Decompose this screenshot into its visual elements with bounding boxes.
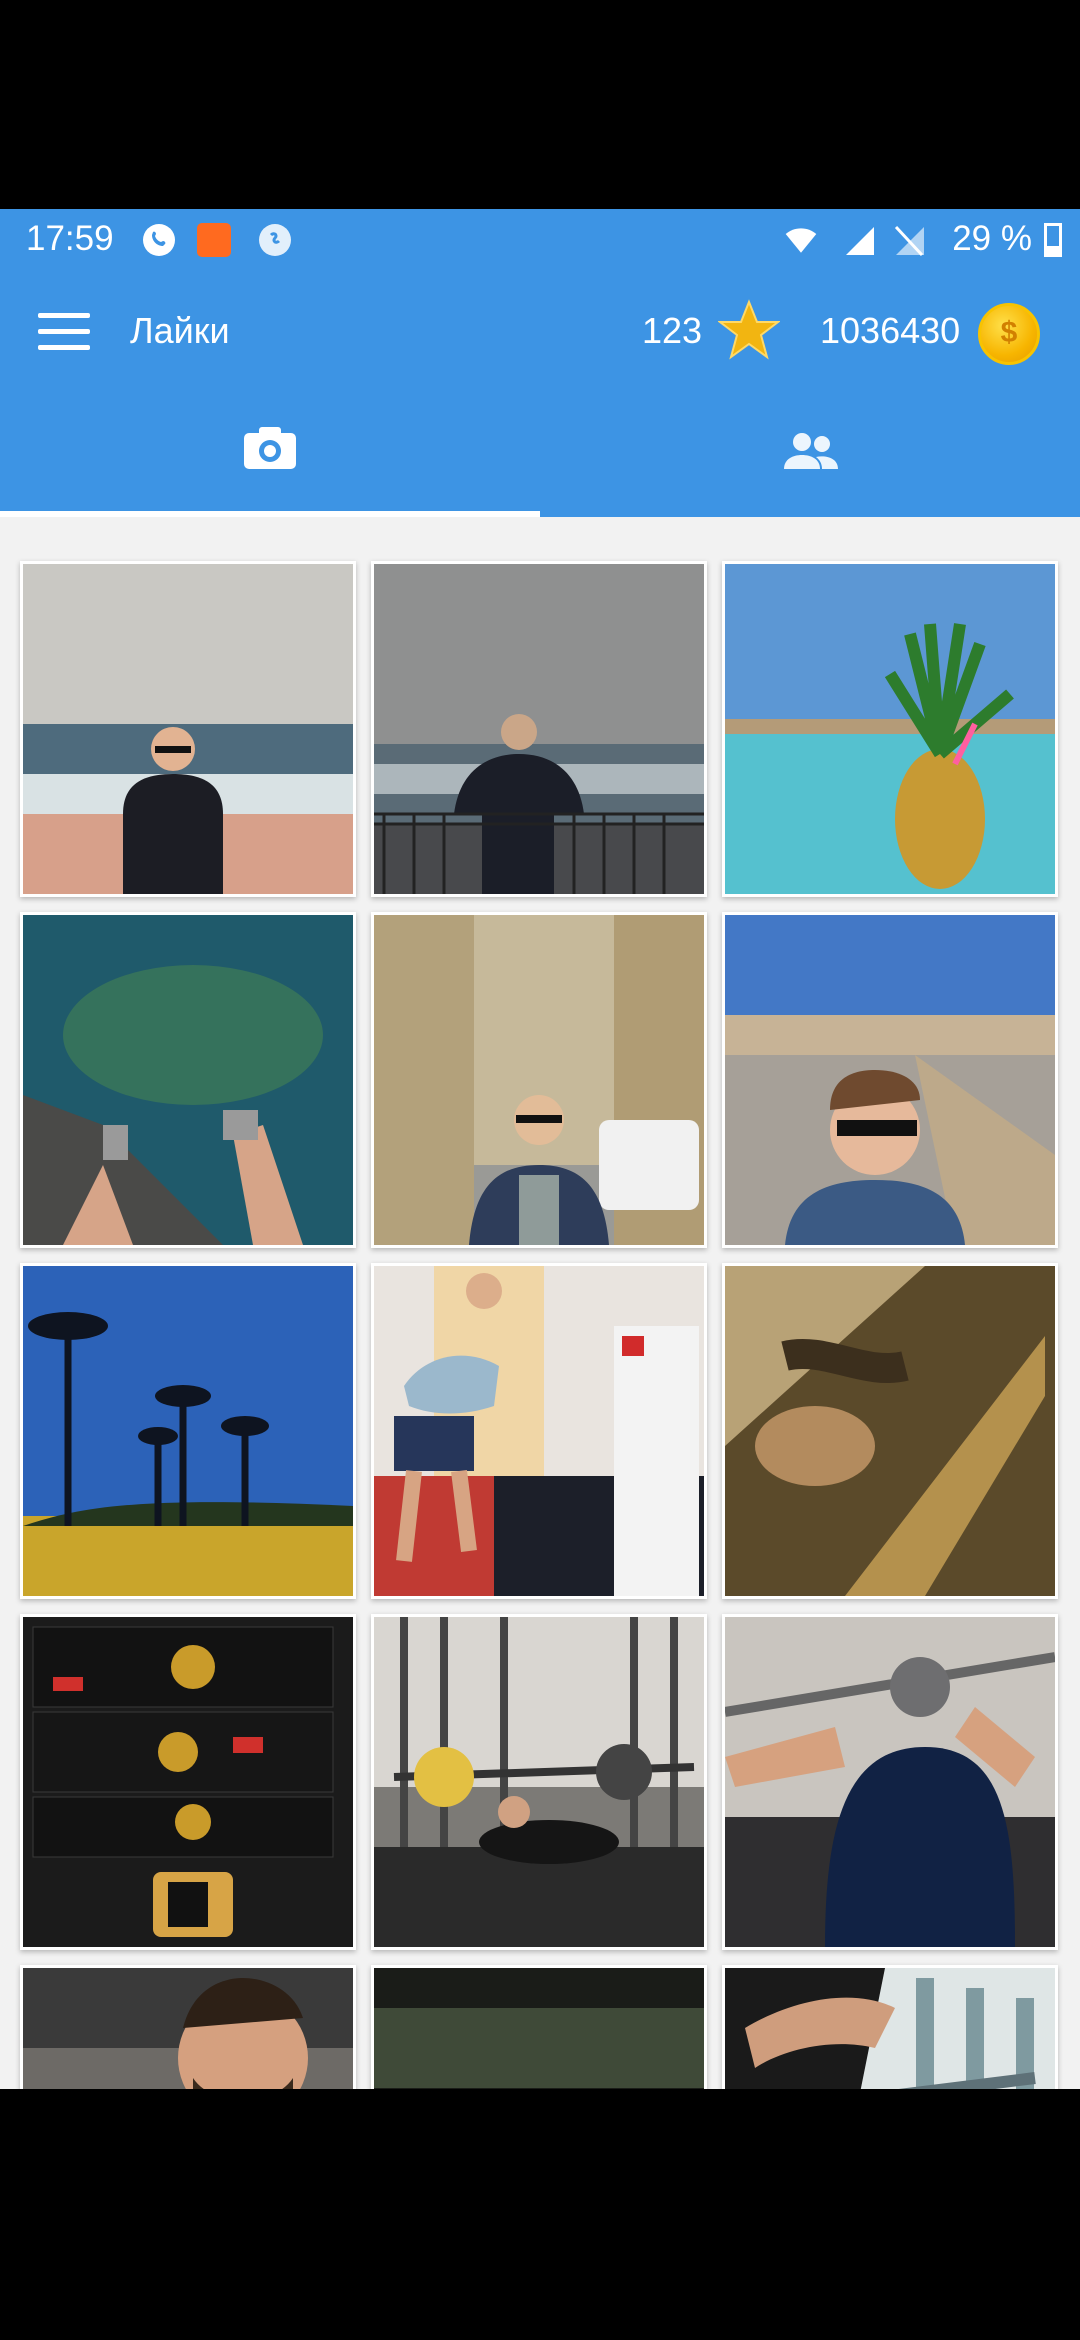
photo-tile[interactable] — [20, 561, 356, 897]
photo-thumbnail — [725, 564, 1055, 894]
photo-tile[interactable] — [722, 1965, 1058, 2089]
tab-photos[interactable] — [0, 389, 540, 517]
photo-thumbnail — [374, 1617, 704, 1947]
photo-tile[interactable] — [20, 1614, 356, 1950]
people-icon — [784, 433, 838, 469]
coin-icon: $ — [978, 303, 1040, 365]
photo-thumbnail — [374, 1266, 704, 1596]
photo-tile[interactable] — [20, 912, 356, 1248]
status-time: 17:59 — [26, 219, 114, 258]
photo-thumbnail — [725, 1617, 1055, 1947]
photo-tile[interactable] — [371, 1263, 707, 1599]
photo-thumbnail — [374, 915, 704, 1245]
no-signal-icon — [894, 225, 924, 257]
photo-tile[interactable] — [371, 561, 707, 897]
battery-percent: 29 % — [952, 219, 1032, 258]
tab-people[interactable] — [540, 389, 1080, 517]
coins-count: 1036430 — [820, 310, 961, 351]
photo-thumbnail — [374, 564, 704, 894]
photo-tile[interactable] — [371, 1614, 707, 1950]
photo-tile[interactable] — [20, 1965, 356, 2089]
photo-thumbnail — [23, 1617, 353, 1947]
photo-thumbnail — [23, 1968, 353, 2089]
app-bar: Лайки 123 1036430 $ — [0, 271, 1080, 389]
photo-tile[interactable] — [371, 912, 707, 1248]
battery-icon — [1044, 223, 1062, 257]
photo-thumbnail — [374, 1968, 704, 2089]
photo-tile[interactable] — [722, 1614, 1058, 1950]
photo-tile[interactable] — [20, 1263, 356, 1599]
phone-call-icon — [143, 224, 175, 256]
photo-thumbnail — [725, 1968, 1055, 2089]
photo-thumbnail — [725, 1266, 1055, 1596]
page-title: Лайки — [130, 310, 230, 351]
photo-tile[interactable] — [722, 561, 1058, 897]
star-icon — [718, 299, 780, 360]
wifi-icon — [785, 228, 817, 253]
photo-thumbnail — [23, 1266, 353, 1596]
selected-tab-indicator — [0, 511, 540, 517]
photo-tile[interactable] — [722, 1263, 1058, 1599]
photo-tile[interactable] — [371, 1965, 707, 2089]
photo-tile[interactable] — [722, 912, 1058, 1248]
photo-thumbnail — [725, 915, 1055, 1245]
camera-icon — [244, 427, 296, 469]
photo-thumbnail — [23, 564, 353, 894]
status-bar: 17:59 29 % — [0, 209, 1080, 271]
stars-count: 123 — [642, 310, 703, 351]
signal-icon — [846, 227, 874, 255]
photo-thumbnail — [23, 915, 353, 1245]
hamburger-menu-icon[interactable] — [38, 313, 90, 351]
app-notification-icon — [197, 223, 231, 257]
app-screen: 17:59 29 % Лайки 123 1036430 $ — [0, 209, 1080, 2089]
shazam-icon — [259, 224, 291, 256]
tab-bar — [0, 389, 1080, 517]
